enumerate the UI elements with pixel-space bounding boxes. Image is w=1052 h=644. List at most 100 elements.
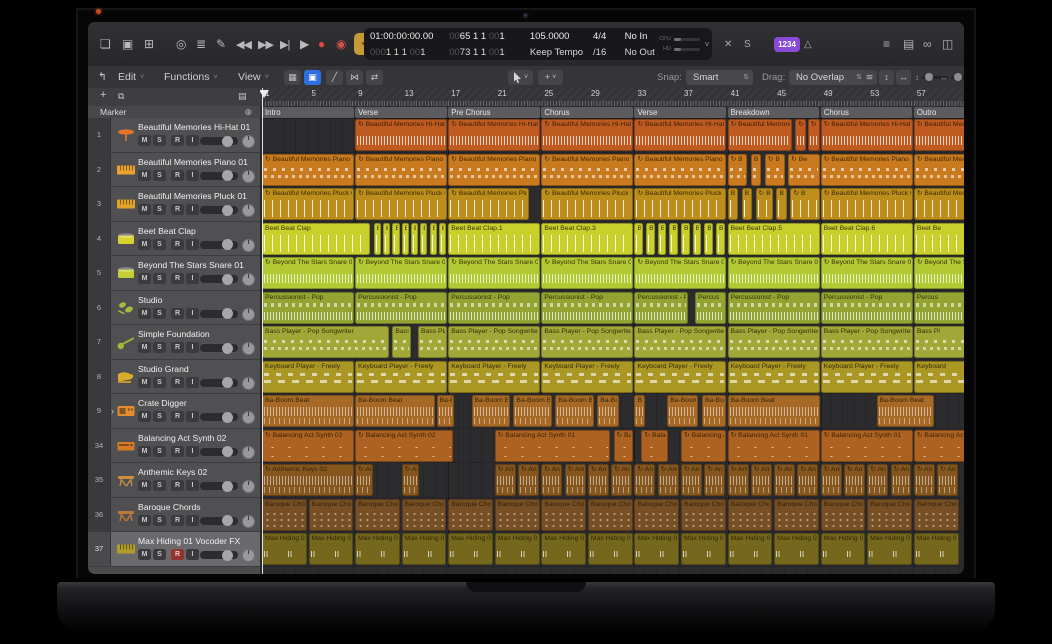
region[interactable]: Percussionist - Pop [541, 292, 633, 324]
track-solo-button[interactable]: S [153, 515, 166, 526]
region[interactable]: Baroque Chords [728, 499, 773, 531]
region[interactable]: ↻ Antha [402, 464, 419, 496]
region[interactable]: Ba-Boom Beat [513, 395, 551, 427]
back-icon[interactable]: ↰ [98, 69, 107, 85]
region[interactable]: ↻ Beautiful Memories Piano 01 [262, 154, 354, 186]
replace-button[interactable]: ✕ [724, 33, 732, 55]
region[interactable]: Max Hiding 01 V [588, 533, 633, 565]
track-solo-button[interactable]: S [153, 446, 166, 457]
pan-knob[interactable] [242, 273, 255, 286]
region[interactable]: Keyboard Player - Freely [541, 361, 633, 393]
region[interactable]: ↻ Balancing Act Syn [914, 430, 964, 462]
track-input-monitor-button[interactable]: I [186, 515, 199, 526]
marker-verse[interactable]: Verse [355, 107, 447, 118]
track-record-enable-button[interactable]: R [171, 446, 184, 457]
browsers-icon[interactable]: ◫ [942, 33, 953, 55]
track-header-3[interactable]: 3Beautiful Memories Pluck 01MSRI [88, 187, 260, 222]
region-view-icon[interactable]: ▣ [304, 70, 321, 85]
region[interactable]: ↻ Beyond The Stars Snare 01.1 [355, 257, 447, 289]
volume-slider[interactable] [200, 206, 238, 214]
functions-menu[interactable]: Functions˅ [164, 69, 218, 85]
region[interactable]: ↻ Anthe [751, 464, 772, 496]
track-input-monitor-button[interactable]: I [186, 342, 199, 353]
lcd-position-time[interactable]: 01:00:00:00.000001 1 1 001 [364, 28, 443, 60]
volume-slider[interactable] [200, 448, 238, 456]
drag-dropdown[interactable]: No Overlap⇅ [789, 70, 866, 85]
marker-chorus[interactable]: Chorus [821, 107, 913, 118]
region[interactable]: ↻ Beyond The Stars Snare 02 [448, 257, 540, 289]
region[interactable]: ↻ Beautiful Memories Hi-Hat 02 [448, 119, 540, 151]
header-view-icon[interactable]: ▤ [238, 91, 247, 102]
region[interactable]: Baroque Chords [309, 499, 354, 531]
volume-slider[interactable] [200, 517, 238, 525]
region[interactable]: ↻ Balancing [641, 430, 668, 462]
track-header-2[interactable]: 2Beautiful Memories Piano 01MSRI [88, 153, 260, 188]
region[interactable]: ↻ Anthe [891, 464, 912, 496]
track-input-monitor-button[interactable]: I [186, 308, 199, 319]
region[interactable]: Baroque Chords [448, 499, 493, 531]
track-record-enable-button[interactable]: R [171, 549, 184, 560]
region[interactable]: Bass Player - Pop Songwriter [728, 326, 820, 358]
region[interactable]: ↻ Anthe [797, 464, 818, 496]
mixer-icon[interactable]: ≣ [196, 33, 206, 55]
region[interactable]: ↻ Balancing Act Synth 01 [821, 430, 913, 462]
region[interactable]: ↻ Balancing Act Synth 02 [262, 430, 354, 462]
region[interactable]: ↻ Beautiful Memories Pluck 01.1 [355, 188, 447, 220]
region[interactable]: ↻ Anthe [728, 464, 749, 496]
track-record-enable-button[interactable]: R [171, 204, 184, 215]
track-mute-button[interactable]: M [138, 549, 151, 560]
region[interactable]: B [420, 223, 427, 255]
region[interactable]: Max Hiding 01 V [355, 533, 400, 565]
region[interactable]: ↻ Beyond The Stars Snare 02.3 [728, 257, 820, 289]
pan-knob[interactable] [242, 446, 255, 459]
region[interactable]: Baroque Chords [681, 499, 726, 531]
track-header-36[interactable]: 36Baroque ChordsMSRI [88, 498, 260, 533]
flex-icon[interactable]: ⇄ [366, 70, 383, 85]
region[interactable]: Beet Beat Clap.6 [821, 223, 913, 255]
track-header-34[interactable]: 34Balancing Act Synth 02MSRI [88, 429, 260, 464]
region[interactable]: ↻ Anthe [518, 464, 539, 496]
track-solo-button[interactable]: S [153, 273, 166, 284]
region[interactable]: B [669, 223, 678, 255]
region[interactable]: B [634, 223, 643, 255]
region[interactable]: Ba-Boom [702, 395, 726, 427]
view-menu[interactable]: View˅ [238, 69, 269, 85]
metronome-icon[interactable]: △ [804, 33, 812, 55]
region[interactable]: Percussionist - Pop [728, 292, 820, 324]
region[interactable]: Max Hiding 01 V [634, 533, 679, 565]
region[interactable]: ↻ Beautiful Memories Pi [914, 154, 964, 186]
note-pads-icon[interactable]: ▤ [903, 33, 914, 55]
track-input-monitor-button[interactable]: I [186, 273, 199, 284]
count-in-button[interactable]: 1234 [774, 37, 800, 52]
region[interactable]: ↻ Anthe [495, 464, 516, 496]
track-record-enable-button[interactable]: R [171, 342, 184, 353]
region[interactable]: Bass Pl [914, 326, 964, 358]
region[interactable]: Bass P [392, 326, 411, 358]
track-input-monitor-button[interactable]: I [186, 239, 199, 250]
region[interactable]: B [411, 223, 418, 255]
region[interactable]: Bass Player - Pop Songwriter [634, 326, 726, 358]
inspector-icon[interactable]: ▣ [122, 33, 133, 55]
region[interactable]: Max Hiding 01 V [774, 533, 819, 565]
pan-knob[interactable] [242, 377, 255, 390]
track-mute-button[interactable]: M [138, 170, 151, 181]
region[interactable]: ↻ Anthe [634, 464, 655, 496]
region[interactable]: ↻ Beautiful Memories Pluck 02.1 [541, 188, 633, 220]
track-record-enable-button[interactable]: R [171, 377, 184, 388]
track-record-enable-button[interactable]: R [171, 239, 184, 250]
lcd-io[interactable]: No InNo Out [619, 28, 659, 60]
region[interactable]: Bass Player - Pop So [418, 326, 447, 358]
region[interactable]: Keyboard Player - Freely [728, 361, 820, 393]
region[interactable]: ↻ Beautiful Memories Piano 02 [541, 154, 633, 186]
add-marker-icon[interactable]: ⊕ [244, 106, 252, 118]
region[interactable]: ↻ Anthe [821, 464, 842, 496]
region[interactable]: Baroque Chords [541, 499, 586, 531]
region[interactable]: Ba-Boom Beat [355, 395, 435, 427]
region[interactable]: B [658, 223, 667, 255]
region[interactable]: Beet Beat Clap.5 [728, 223, 820, 255]
volume-slider[interactable] [200, 379, 238, 387]
track-header-6[interactable]: 6StudioMSRI [88, 291, 260, 326]
track-mute-button[interactable]: M [138, 377, 151, 388]
region[interactable]: Max Hiding 01 V [309, 533, 354, 565]
region[interactable]: Bass Player - Pop Songwriter [541, 326, 633, 358]
